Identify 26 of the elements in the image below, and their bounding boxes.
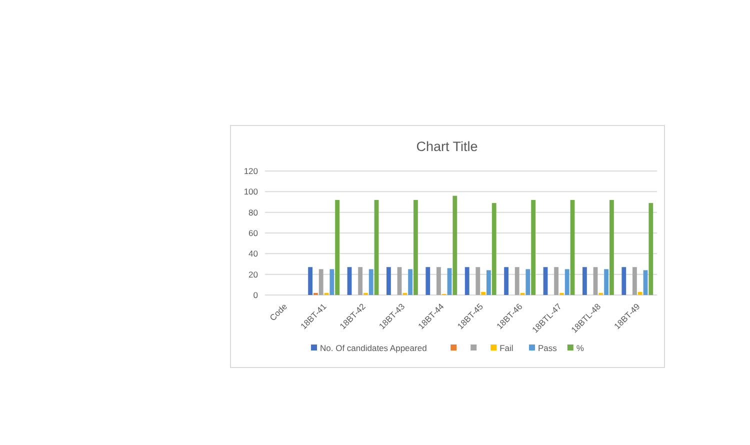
chart-title: Chart Title <box>416 139 478 154</box>
axis-label: 0 <box>253 290 258 300</box>
axis-label: 40 <box>248 248 258 259</box>
legend-swatch <box>450 344 457 350</box>
chart-bar <box>347 267 352 295</box>
legend-swatch <box>470 344 477 350</box>
axis-label: 60 <box>248 228 258 238</box>
axis-label: 20 <box>248 269 258 280</box>
axis-label: 80 <box>248 207 258 218</box>
legend-swatch <box>490 344 497 350</box>
axis-label: 100 <box>244 186 258 197</box>
legend-label: Pass <box>538 343 557 353</box>
chart-bar <box>426 267 430 295</box>
axis-label: 120 <box>244 166 258 176</box>
chart-bar <box>386 267 391 295</box>
legend-label: % <box>576 343 584 353</box>
legend-swatch <box>529 344 535 350</box>
legend-swatch <box>567 344 574 350</box>
legend-label: Fail <box>500 343 514 353</box>
chart-bar <box>622 267 626 295</box>
legend-label: No. Of candidates Appeared <box>320 343 427 353</box>
chart-bar <box>504 267 508 295</box>
chart-bar <box>582 267 587 295</box>
chart-bar <box>464 267 470 295</box>
legend-swatch <box>311 344 317 350</box>
chart-bar <box>543 267 548 295</box>
